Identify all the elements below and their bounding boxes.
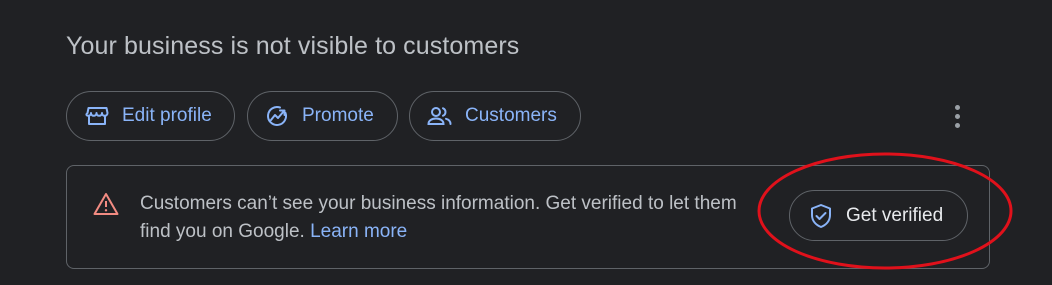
- promote-label: Promote: [302, 105, 374, 126]
- banner-message-text: Customers can’t see your business inform…: [140, 193, 737, 242]
- more-dot: [954, 122, 960, 128]
- banner-message: Customers can’t see your business inform…: [140, 190, 760, 246]
- get-verified-label: Get verified: [846, 204, 944, 226]
- promote-button[interactable]: Promote: [247, 91, 398, 141]
- more-dot: [954, 113, 960, 119]
- trending-up-circle-icon: [264, 103, 290, 129]
- business-profile-panel: Your business is not visible to customer…: [0, 0, 1052, 285]
- storefront-icon: [84, 103, 110, 129]
- customers-label: Customers: [465, 105, 557, 126]
- learn-more-link[interactable]: Learn more: [310, 221, 407, 242]
- customers-button[interactable]: Customers: [409, 91, 581, 141]
- more-dot: [954, 104, 960, 110]
- edit-profile-label: Edit profile: [122, 105, 212, 126]
- edit-profile-button[interactable]: Edit profile: [66, 91, 235, 141]
- verified-shield-icon: [808, 203, 834, 229]
- page-title: Your business is not visible to customer…: [66, 32, 520, 60]
- warning-icon: [93, 192, 119, 216]
- get-verified-button[interactable]: Get verified: [789, 190, 968, 241]
- more-options-icon[interactable]: [940, 98, 974, 134]
- verification-banner: Customers can’t see your business inform…: [66, 165, 990, 269]
- people-icon: [427, 103, 453, 129]
